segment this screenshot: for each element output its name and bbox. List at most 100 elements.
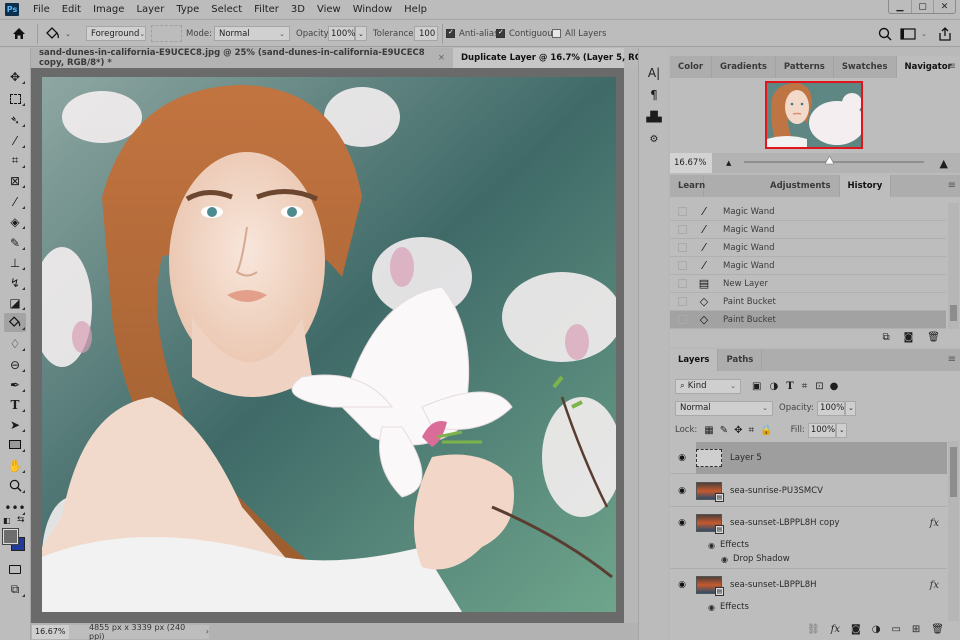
eraser-tool[interactable]: ◪: [4, 293, 26, 312]
type-tool[interactable]: T: [4, 395, 26, 414]
navigator-zoom-slider[interactable]: [744, 156, 924, 165]
tab-learn[interactable]: Learn: [670, 175, 705, 197]
layers-scrollbar[interactable]: [948, 441, 959, 621]
history-item[interactable]: ⁄ Magic Wand: [670, 239, 946, 257]
trash-icon[interactable]: 🗑: [927, 332, 940, 343]
hand-tool[interactable]: ✋: [4, 456, 26, 475]
fill-dropdown[interactable]: ⌄: [835, 422, 847, 438]
add-layer-style-icon[interactable]: fx: [831, 624, 840, 635]
menu-select[interactable]: Select: [205, 4, 248, 15]
filter-shape-icon[interactable]: ⌗: [802, 381, 808, 392]
filter-pixel-icon[interactable]: ▣: [752, 381, 761, 392]
mode-select[interactable]: Normal ⌄: [214, 26, 290, 41]
effects-row[interactable]: ◉ Effects: [708, 540, 749, 550]
new-group-icon[interactable]: ▭: [891, 624, 900, 635]
magic-wand-tool[interactable]: ⁄: [4, 131, 26, 150]
zoom-level-input[interactable]: 16.67%: [32, 624, 69, 639]
swap-colors-button[interactable]: ⇆: [17, 515, 25, 525]
tab-patterns[interactable]: Patterns: [776, 56, 834, 78]
lock-artboard-icon[interactable]: ⌗: [748, 425, 754, 436]
document-tab-duplicate-layer[interactable]: Duplicate Layer @ 16.7% (Layer 5, RGB/: [453, 48, 651, 68]
navigator-preview[interactable]: [765, 81, 863, 149]
document-canvas[interactable]: [42, 77, 616, 612]
marquee-tool[interactable]: [4, 89, 26, 108]
layer-row[interactable]: ◉ ▤ sea-sunset-LBPPL8H copy fx ⌃ ◉ Effect…: [670, 507, 953, 569]
brush-tool[interactable]: ✎: [4, 233, 26, 252]
tab-paths[interactable]: Paths: [718, 349, 763, 371]
search-button[interactable]: [878, 25, 892, 42]
fill-input[interactable]: 100%: [807, 422, 836, 438]
clone-stamp-tool[interactable]: ⊥: [4, 253, 26, 272]
layer-opacity-dropdown[interactable]: ⌄: [844, 400, 856, 416]
filter-type-icon[interactable]: T: [786, 381, 793, 392]
paragraph-panel-button[interactable]: ¶: [645, 86, 663, 104]
menu-filter[interactable]: Filter: [248, 4, 285, 15]
menu-view[interactable]: View: [311, 4, 347, 15]
character-panel-button[interactable]: A|: [645, 64, 663, 82]
path-selection-tool[interactable]: ➤: [4, 415, 26, 434]
tab-swatches[interactable]: Swatches: [834, 56, 897, 78]
history-brush-source-checkbox[interactable]: [678, 261, 687, 270]
tool-preset-picker[interactable]: ⌄: [45, 25, 71, 42]
camera-snapshot-icon[interactable]: ◙: [904, 332, 914, 343]
blend-mode-select[interactable]: Normal ⌄: [675, 400, 773, 416]
screen-mode-button[interactable]: ⧉: [4, 580, 26, 599]
workspace-button[interactable]: ⌄: [900, 25, 927, 42]
histogram-panel-button[interactable]: ▟▙: [645, 108, 663, 126]
history-brush-source-checkbox[interactable]: [678, 297, 687, 306]
lasso-tool[interactable]: ➴: [4, 110, 26, 129]
layer-row[interactable]: ◉ ▤ sea-sunset-LBPPL8H fx ⌃ ◉ Effects: [670, 569, 953, 619]
history-item[interactable]: ▤ New Layer: [670, 275, 946, 293]
filter-adjustment-icon[interactable]: ◑: [769, 381, 778, 392]
layer-filter-kind-select[interactable]: ⌕ Kind ⌄: [675, 378, 741, 394]
delete-layer-icon[interactable]: 🗑: [931, 624, 944, 635]
new-adjustment-layer-icon[interactable]: ◑: [872, 624, 881, 635]
pen-tool[interactable]: ✒: [4, 375, 26, 394]
home-button[interactable]: [12, 25, 26, 42]
eye-icon[interactable]: ◉: [670, 569, 694, 601]
history-brush-tool[interactable]: ↯: [4, 273, 26, 292]
effect-row[interactable]: ◉ Drop Shadow: [721, 554, 790, 564]
minimize-button[interactable]: ▁: [889, 0, 911, 13]
menu-layer[interactable]: Layer: [130, 4, 170, 15]
tab-history[interactable]: History: [839, 175, 892, 197]
filter-smart-object-icon[interactable]: ⊡: [815, 381, 823, 392]
lock-transparent-icon[interactable]: ▦: [704, 425, 713, 436]
history-item[interactable]: ◇ Paint Bucket: [670, 293, 946, 311]
share-button[interactable]: [938, 25, 952, 42]
lock-all-icon[interactable]: 🔒: [760, 425, 772, 436]
eye-icon[interactable]: ◉: [721, 555, 728, 564]
contiguous-checkbox[interactable]: Contiguous: [496, 25, 557, 42]
tab-layers[interactable]: Layers: [670, 349, 719, 371]
lock-pixels-icon[interactable]: ✎: [720, 425, 728, 436]
history-item[interactable]: ⁄ Magic Wand: [670, 203, 946, 221]
history-brush-source-checkbox[interactable]: [678, 207, 687, 216]
filter-toggle-icon[interactable]: ●: [830, 381, 839, 392]
history-brush-source-checkbox[interactable]: [678, 225, 687, 234]
menu-file[interactable]: File: [27, 4, 56, 15]
layer-opacity-input[interactable]: 100%: [816, 400, 845, 416]
zoom-out-icon[interactable]: ▲: [726, 159, 731, 167]
eye-icon[interactable]: ◉: [670, 507, 694, 539]
layer-row[interactable]: ◉ ▤ sea-sunrise-PU3SMCV: [670, 475, 947, 507]
link-layers-icon[interactable]: ⛓: [807, 624, 820, 635]
history-item[interactable]: ⁄ Magic Wand: [670, 257, 946, 275]
chevron-right-icon[interactable]: ›: [206, 627, 209, 636]
eye-icon[interactable]: ◉: [708, 541, 715, 550]
history-brush-source-checkbox[interactable]: [678, 243, 687, 252]
panel-menu-icon[interactable]: ≡: [948, 180, 956, 191]
add-mask-icon[interactable]: ◙: [851, 624, 861, 635]
layer-row[interactable]: ◉ Layer 5: [670, 442, 947, 474]
all-layers-checkbox[interactable]: All Layers: [552, 25, 606, 42]
anti-alias-checkbox[interactable]: Anti-alias: [446, 25, 499, 42]
opacity-dropdown[interactable]: ⌄: [355, 26, 367, 41]
fx-icon[interactable]: fx: [930, 518, 939, 529]
lock-position-icon[interactable]: ✥: [734, 425, 742, 436]
zoom-in-icon[interactable]: ▲: [940, 157, 948, 170]
maximize-button[interactable]: ▢: [911, 0, 933, 13]
tab-adjustments[interactable]: Adjustments: [762, 175, 840, 197]
menu-help[interactable]: Help: [398, 4, 433, 15]
zoom-tool[interactable]: [4, 476, 26, 495]
eye-icon[interactable]: ◉: [708, 603, 715, 612]
canvas-vertical-scrollbar[interactable]: [624, 68, 638, 624]
